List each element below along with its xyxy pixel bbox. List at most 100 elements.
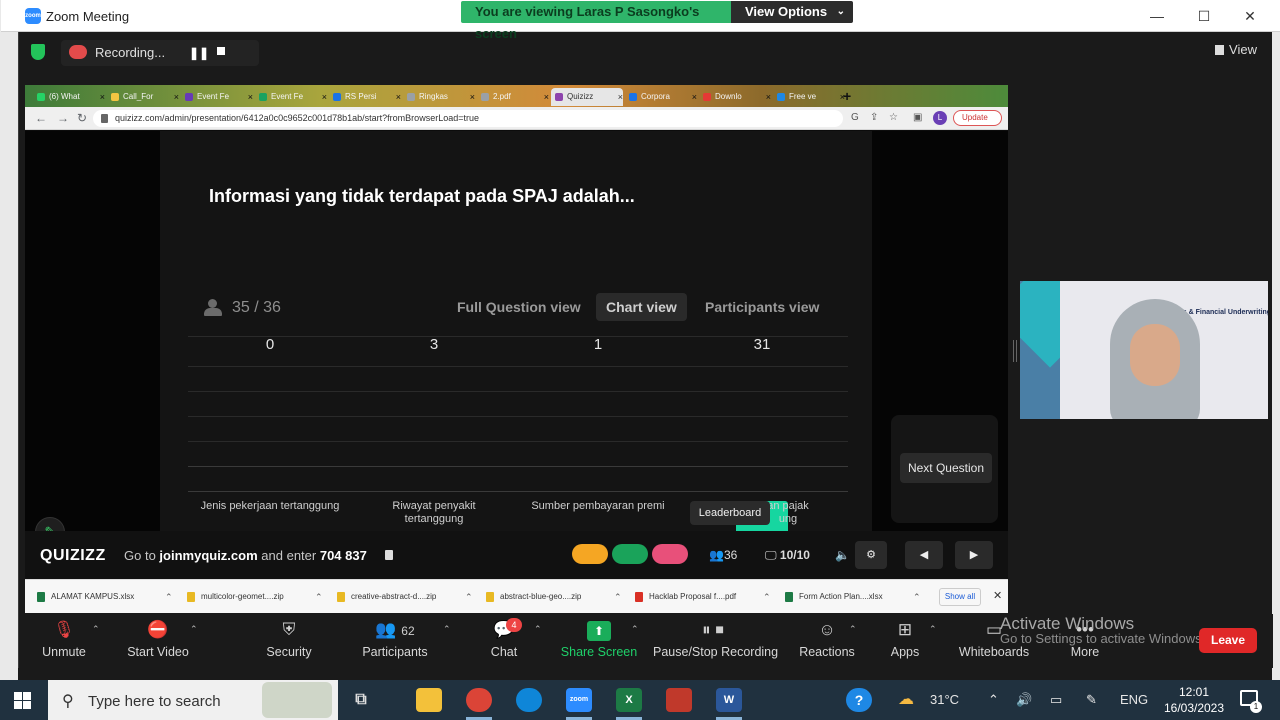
bookmark-star-icon[interactable]: ☆ xyxy=(889,112,898,123)
powerup-icon[interactable] xyxy=(572,544,608,564)
share-screen-button[interactable]: ⬆ Share Screen xyxy=(559,618,639,664)
profile-avatar[interactable]: L xyxy=(933,111,947,125)
tab-participants-view[interactable]: Participants view xyxy=(695,293,829,321)
browser-tab[interactable]: Ringkas × xyxy=(403,88,475,106)
stop-recording-icon[interactable] xyxy=(217,47,225,55)
next-question-button[interactable]: Next Question xyxy=(900,453,992,483)
download-options-caret[interactable]: ⌃ xyxy=(614,590,622,604)
previous-question-button[interactable]: ◀ xyxy=(905,541,943,569)
pen-tray-icon[interactable]: ✎ xyxy=(1086,692,1097,708)
share-options-caret[interactable]: ⌃ xyxy=(631,624,639,635)
close-tab-icon[interactable]: × xyxy=(174,88,179,106)
word-icon[interactable]: W xyxy=(716,688,742,712)
download-item[interactable]: abstract-blue-geo....zip ⌃ xyxy=(486,590,624,604)
download-item[interactable]: multicolor-geomet....zip ⌃ xyxy=(187,590,325,604)
browser-tab[interactable]: 2.pdf × xyxy=(477,88,549,106)
close-tab-icon[interactable]: × xyxy=(100,88,105,106)
minimize-button[interactable]: — xyxy=(1134,4,1180,28)
close-button[interactable]: ✕ xyxy=(1227,4,1273,28)
panel-splitter[interactable] xyxy=(1013,340,1017,362)
clock[interactable]: 12:01 16/03/2023 xyxy=(1154,684,1234,716)
security-button[interactable]: ⛨ Security xyxy=(259,618,319,664)
url-input[interactable]: quizizz.com/admin/presentation/6412a0c0c… xyxy=(93,110,843,127)
battery-icon[interactable]: ▭ xyxy=(1050,692,1062,708)
video-options-caret[interactable]: ⌃ xyxy=(190,624,198,635)
browser-tab[interactable]: Downlo × xyxy=(699,88,771,106)
browser-tab[interactable]: Event Fe × xyxy=(181,88,253,106)
side-panel-icon[interactable]: ▣ xyxy=(913,112,922,123)
file-explorer-icon[interactable] xyxy=(416,688,442,712)
download-item[interactable]: Form Action Plan....xlsx ⌃ xyxy=(785,590,923,604)
next-slide-button[interactable]: ▶ xyxy=(955,541,993,569)
task-view-icon[interactable]: ⧉ xyxy=(348,688,374,712)
update-button[interactable]: Update xyxy=(953,110,1002,126)
close-tab-icon[interactable]: × xyxy=(692,88,697,106)
reload-icon[interactable]: ↻ xyxy=(77,111,87,125)
taskbar-search-box[interactable]: ⚲ Type here to search xyxy=(48,680,338,720)
back-icon[interactable]: ← xyxy=(35,111,47,125)
apps-button[interactable]: ⊞ Apps xyxy=(883,618,927,664)
pause-stop-recording-button[interactable]: ⏸ ⏹ Pause/Stop Recording xyxy=(653,618,778,664)
screen-icon[interactable] xyxy=(612,544,648,564)
sound-icon[interactable]: 🔈 xyxy=(835,548,850,562)
close-tab-icon[interactable]: × xyxy=(396,88,401,106)
zoom-taskbar-icon[interactable]: zoom xyxy=(566,688,592,712)
download-options-caret[interactable]: ⌃ xyxy=(165,590,173,604)
participants-button[interactable]: 👥 62 Participants xyxy=(359,618,431,664)
browser-tab[interactable]: Corpora × xyxy=(625,88,697,106)
close-tab-icon[interactable]: × xyxy=(248,88,253,106)
chat-options-caret[interactable]: ⌃ xyxy=(534,624,542,635)
settings-icon[interactable]: ⚙ xyxy=(855,541,887,569)
tray-chevron-icon[interactable]: ⌃ xyxy=(988,692,999,708)
audio-options-caret[interactable]: ⌃ xyxy=(92,624,100,635)
apps-options-caret[interactable]: ⌃ xyxy=(929,624,937,635)
download-item[interactable]: Hacklab Proposal f....pdf ⌃ xyxy=(635,590,773,604)
new-tab-button[interactable]: + xyxy=(843,88,851,104)
music-icon[interactable] xyxy=(652,544,688,564)
chrome-icon[interactable] xyxy=(466,688,492,712)
tab-full-question-view[interactable]: Full Question view xyxy=(447,293,591,321)
browser-tab[interactable]: (6) What × xyxy=(33,88,105,106)
close-tab-icon[interactable]: × xyxy=(322,88,327,106)
reactions-options-caret[interactable]: ⌃ xyxy=(849,624,857,635)
help-icon[interactable]: ? xyxy=(846,688,872,712)
browser-tab[interactable]: Event Fe × xyxy=(255,88,327,106)
language-indicator[interactable]: ENG xyxy=(1120,692,1148,707)
close-tab-icon[interactable]: × xyxy=(618,88,623,106)
download-options-caret[interactable]: ⌃ xyxy=(913,590,921,604)
tab-chart-view[interactable]: Chart view xyxy=(596,293,687,321)
browser-tab[interactable]: Free ve × xyxy=(773,88,845,106)
download-item[interactable]: ALAMAT KAMPUS.xlsx ⌃ xyxy=(37,590,175,604)
edge-icon[interactable] xyxy=(516,688,542,712)
copy-icon[interactable] xyxy=(385,550,393,560)
participant-video-tile[interactable]: ess & Financial Underwriting a Re xyxy=(1020,281,1268,419)
close-tab-icon[interactable]: × xyxy=(544,88,549,106)
browser-tab[interactable]: RS Persi × xyxy=(329,88,401,106)
download-options-caret[interactable]: ⌃ xyxy=(465,590,473,604)
maximize-button[interactable]: ☐ xyxy=(1181,4,1227,28)
speaker-icon[interactable]: 🔊 xyxy=(1016,692,1032,708)
view-options-button[interactable]: View Options ⌄ xyxy=(731,1,853,23)
browser-tab[interactable]: Quizizz × xyxy=(551,88,623,106)
start-video-button[interactable]: ⛔ Start Video xyxy=(119,618,197,664)
close-tab-icon[interactable]: × xyxy=(766,88,771,106)
unmute-button[interactable]: 🎙 Unmute xyxy=(31,618,97,664)
leave-button[interactable]: Leave xyxy=(1199,628,1257,653)
question-progress[interactable]: 🖵 10/10 xyxy=(765,548,810,563)
participants-options-caret[interactable]: ⌃ xyxy=(443,624,451,635)
forward-icon[interactable]: → xyxy=(57,111,69,125)
weather-temp[interactable]: 31°C xyxy=(930,692,959,707)
download-item[interactable]: creative-abstract-d....zip ⌃ xyxy=(337,590,475,604)
pause-recording-icon[interactable]: ❚❚ xyxy=(189,46,209,60)
windows-start-icon[interactable] xyxy=(14,692,31,709)
close-tab-icon[interactable]: × xyxy=(470,88,475,106)
app-red-icon[interactable] xyxy=(666,688,692,712)
google-icon[interactable]: G xyxy=(851,112,859,123)
download-options-caret[interactable]: ⌃ xyxy=(315,590,323,604)
download-options-caret[interactable]: ⌃ xyxy=(763,590,771,604)
show-all-downloads-button[interactable]: Show all xyxy=(939,588,981,606)
view-button[interactable]: View xyxy=(1215,42,1257,57)
participant-counter[interactable]: 👥36 xyxy=(709,548,737,562)
share-icon[interactable]: ⇪ xyxy=(870,112,878,123)
close-downloads-icon[interactable]: ✕ xyxy=(993,589,1002,602)
